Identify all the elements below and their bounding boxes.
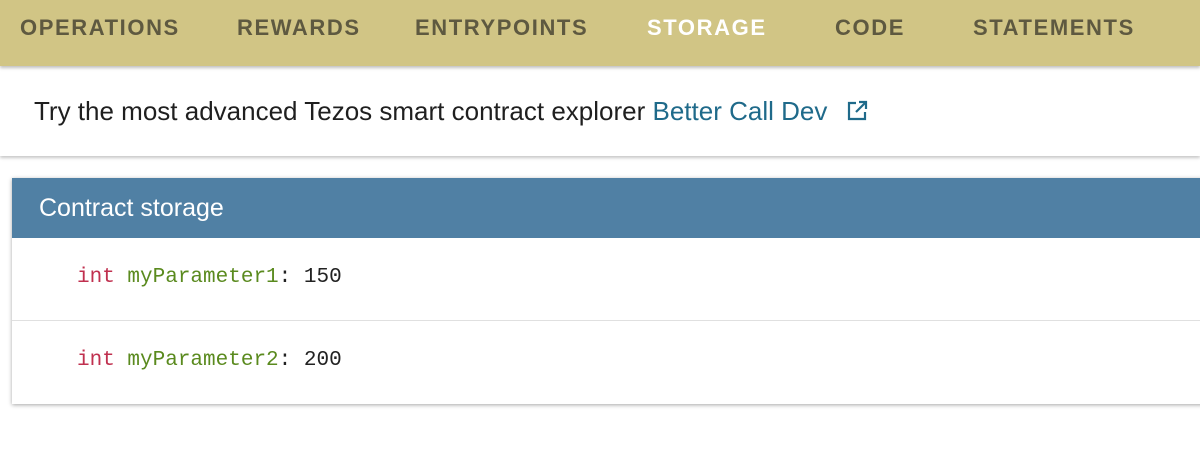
tab-storage[interactable]: STORAGE (647, 0, 767, 56)
storage-card: Contract storage int myParameter1: 150 i… (12, 178, 1200, 404)
tab-code[interactable]: CODE (835, 0, 905, 56)
parameter-value: 200 (303, 349, 342, 372)
type-keyword: int (77, 266, 115, 289)
parameter-name: myParameter1 (127, 266, 279, 289)
open-in-new-icon[interactable] (845, 99, 869, 130)
storage-entry: int myParameter1: 150 (77, 266, 342, 289)
tab-rewards[interactable]: REWARDS (237, 0, 361, 56)
storage-entry: int myParameter2: 200 (77, 349, 342, 372)
separator: : (278, 349, 292, 372)
separator: : (278, 266, 292, 289)
parameter-value: 150 (303, 266, 342, 289)
storage-card-header: Contract storage (12, 178, 1200, 238)
storage-row: int myParameter1: 150 (12, 238, 1200, 321)
tab-statements[interactable]: STATEMENTS (973, 0, 1135, 56)
parameter-name: myParameter2 (127, 349, 279, 372)
tab-bar: OPERATIONS REWARDS ENTRYPOINTS STORAGE C… (0, 0, 1200, 66)
banner-text: Try the most advanced Tezos smart contra… (34, 96, 646, 126)
type-keyword: int (77, 349, 115, 372)
tab-entrypoints[interactable]: ENTRYPOINTS (415, 0, 588, 56)
promo-banner: Try the most advanced Tezos smart contra… (0, 66, 1200, 156)
storage-card-title: Contract storage (39, 194, 224, 222)
tab-operations[interactable]: OPERATIONS (20, 0, 180, 56)
storage-row: int myParameter2: 200 (12, 321, 1200, 403)
banner-message: Try the most advanced Tezos smart contra… (34, 96, 869, 130)
better-call-dev-link[interactable]: Better Call Dev (653, 96, 828, 126)
